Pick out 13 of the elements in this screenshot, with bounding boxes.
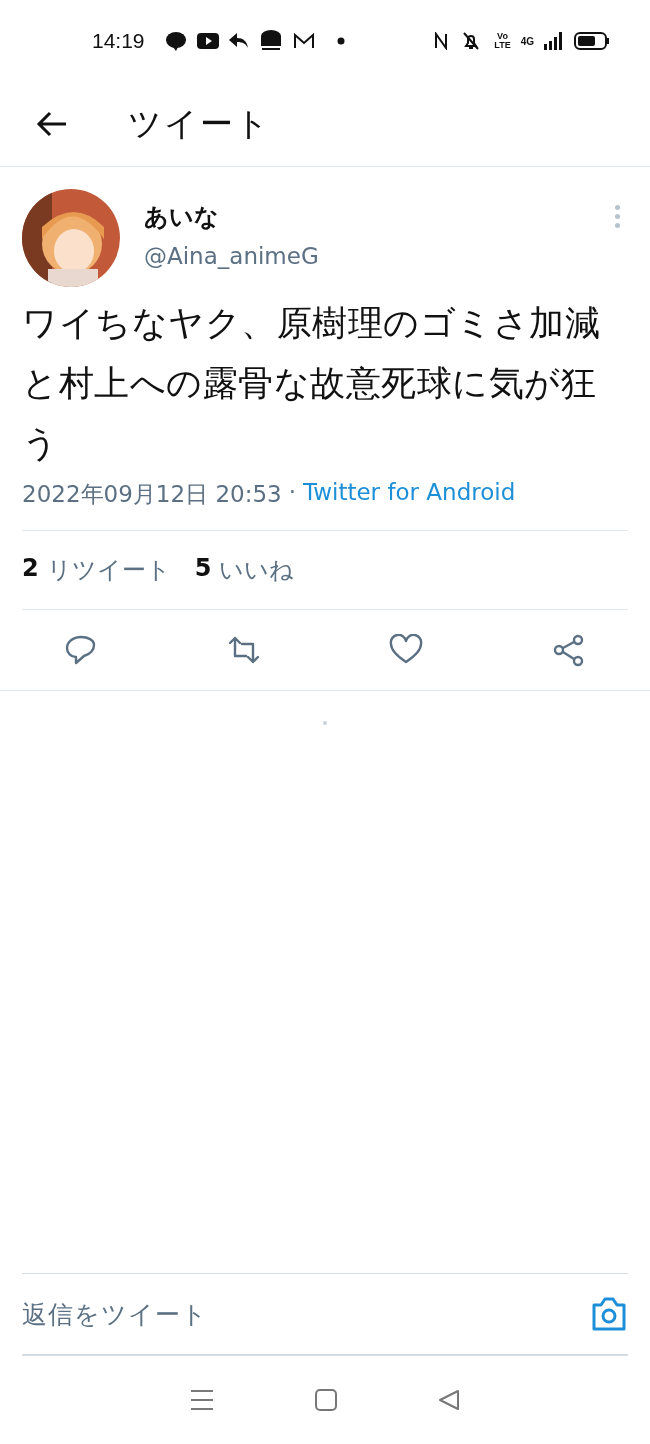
user-handle[interactable]: @Aina_animeG <box>144 243 319 269</box>
source-link[interactable]: Twitter for Android <box>303 479 516 510</box>
separator-dot: · <box>288 479 296 507</box>
display-name[interactable]: あいな <box>144 201 319 233</box>
timestamp: 2022年09月12日 20:53 <box>22 480 282 509</box>
clock: 14:19 <box>92 29 145 53</box>
stat-link[interactable]: 2 リツイート <box>22 554 171 586</box>
tweet-text: ワイちなヤク、原樹理のゴミさ加減と村上への露骨な故意死球に気が狂う <box>22 302 601 465</box>
stat-link[interactable]: 5 いいね <box>194 554 295 586</box>
page-title: ツイート <box>128 102 271 145</box>
reply-input[interactable]: 返信をツイート <box>22 1299 590 1329</box>
volte-indicator: Vo LTE <box>494 32 511 50</box>
network-type: 4G <box>520 35 534 47</box>
